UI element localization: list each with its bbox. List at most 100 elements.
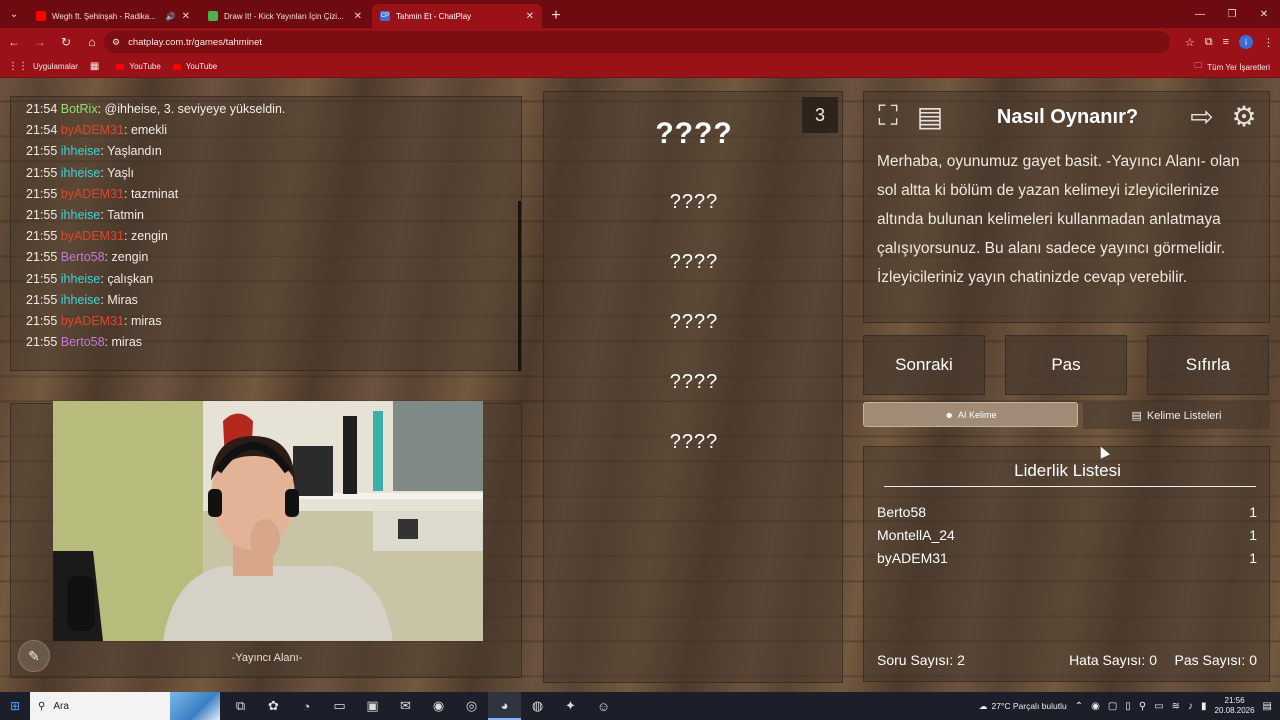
discord-icon[interactable]: ☺ [587,692,620,720]
tab-youtube[interactable]: Wegh ft. Şehinşah - Radika... 🔊 ✕ [28,4,198,28]
error-count: Hata Sayısı: 0 [1069,652,1157,668]
exit-icon[interactable]: ⇨ [1184,98,1220,134]
chat-text: : Yaşlandın [100,144,162,159]
chat-time: 21:55 [26,271,58,286]
chat-username[interactable]: byADEM31 [61,123,124,137]
word-lists-button[interactable]: ▤ Kelime Listeleri [1083,402,1270,429]
profile-avatar[interactable]: i [1239,35,1253,49]
clock-date: 20.08.2026 [1214,706,1255,715]
pass-button[interactable]: Pas [1005,335,1127,395]
tab-drawit[interactable]: Draw It! - Kick Yayınları İçin Çizi... ✕ [200,4,370,28]
taskbar-search[interactable]: ⚲ Ara [30,692,220,720]
chat-message: 21:55 ihheise: Yaşlandın [26,144,162,158]
folder-icon: 🗀 [1194,61,1203,70]
file-explorer-icon[interactable]: ▭ [323,692,356,720]
weather-text[interactable]: 27°C Parçalı bulutlu [992,701,1067,711]
pass-count: Pas Sayısı: 0 [1174,652,1257,668]
ai-word-button[interactable]: ☻ AI Kelime [863,402,1078,427]
tray-icon[interactable]: ▯ [1125,701,1131,712]
bookmark-apps[interactable]: ⋮⋮ Uygulamalar [8,61,78,72]
battery-icon[interactable]: ▮ [1201,701,1207,712]
player-name: Berto58 [877,504,927,520]
windows-start-icon[interactable]: ⊞ [0,692,30,720]
pen-button[interactable]: ✎ [18,640,50,672]
close-tab-icon[interactable]: ✕ [526,11,534,22]
next-button[interactable]: Sonraki [863,335,985,395]
chat-username[interactable]: Berto58 [61,335,105,349]
volume-icon[interactable]: ♪ [1188,701,1193,712]
bookmark-label: Tüm Yer İşaretleri [1207,62,1270,72]
chat-username[interactable]: byADEM31 [61,187,124,201]
chat-username[interactable]: ihheise [61,208,101,222]
restore-button[interactable]: ❐ [1216,0,1248,28]
obs-icon[interactable]: ◍ [521,692,554,720]
close-tab-icon[interactable]: ✕ [354,11,362,22]
bookmark-youtube-2[interactable]: YouTube [172,62,218,71]
tab-chatplay[interactable]: CP Tahmin Et - ChatPlay ✕ [372,4,542,28]
menu-icon[interactable]: ⋮ [1263,36,1274,49]
close-tab-icon[interactable]: ✕ [182,11,190,22]
reload-button[interactable]: ↻ [54,30,78,54]
chat-username[interactable]: byADEM31 [61,314,124,328]
chat-time: 21:54 [26,123,58,138]
chat-username[interactable]: Berto58 [61,250,105,264]
reset-button[interactable]: Sıfırla [1147,335,1269,395]
robot-icon: ☻ [944,409,954,420]
chat-username[interactable]: ihheise [61,293,101,307]
app-settings-icon[interactable]: ✦ [554,692,587,720]
tray-icon[interactable]: ▭ [1154,701,1163,712]
chat-username[interactable]: byADEM31 [61,229,124,243]
leaderboard-panel: Liderlik Listesi Berto58 1 MontellA_24 1… [863,446,1270,682]
home-button[interactable]: ⌂ [80,30,104,54]
tray-icon[interactable]: ▢ [1108,701,1117,712]
microphone-icon[interactable]: ⚲ [1139,701,1146,712]
forbidden-word: ???? [669,371,719,393]
close-window-button[interactable]: ✕ [1248,0,1280,28]
tab-title: Tahmin Et - ChatPlay [396,11,472,21]
chat-username[interactable]: BotRix [61,102,98,116]
settings-gear-icon[interactable]: ⚙ [1226,98,1262,134]
howto-panel: ⛶ ▤ Nasıl Oynanır? ⇨ ⚙ Merhaba, oyunumuz… [863,91,1270,323]
bookmark-grid[interactable]: ▦ [90,61,104,72]
youtube-icon [36,11,46,21]
chat-text: : miras [124,314,162,328]
copilot-icon[interactable]: ✿ [257,692,290,720]
chat-username[interactable]: ihheise [61,166,101,180]
howto-text: Merhaba, oyunumuz gayet basit. -Yayıncı … [877,153,1240,286]
chat-username[interactable]: ihheise [61,272,101,286]
edge-icon[interactable]: ◔ [290,692,323,720]
forward-button[interactable]: → [28,30,52,54]
back-button[interactable]: ← [2,30,26,54]
bookmark-youtube-1[interactable]: YouTube [116,62,161,71]
app-circle-icon[interactable]: ◎ [455,692,488,720]
clock[interactable]: 21:56 20.08.2026 [1215,696,1255,716]
new-tab-button[interactable]: + [544,4,568,28]
chat-scrollbar[interactable] [518,201,521,371]
site-info-icon[interactable]: ⚙ [112,37,120,48]
bookmark-label: YouTube [185,62,218,71]
all-bookmarks[interactable]: 🗀 Tüm Yer İşaretleri [1194,56,1270,78]
tab-search-icon[interactable]: ⌄ [0,0,28,28]
chrome-icon[interactable]: ◕ [488,692,521,720]
leaderboard-title: Liderlik Listesi [1014,461,1121,480]
mail-icon[interactable]: ✉ [389,692,422,720]
chat-text: : Tatmin [100,208,144,222]
chat-message: 21:55 byADEM31: tazminat [26,187,178,201]
url-field[interactable]: ⚙ chatplay.com.tr/games/tahminet [104,31,1170,53]
speaker-icon[interactable]: 🔊 [166,12,176,21]
minimize-button[interactable]: — [1184,0,1216,28]
task-view-icon[interactable]: ⧉ [224,692,257,720]
notification-icon[interactable]: ▤ [1263,701,1272,712]
drawit-icon [208,11,218,21]
chevron-up-icon[interactable]: ⌃ [1075,701,1083,712]
bookmark-star-icon[interactable]: ☆ [1185,36,1195,49]
store-icon[interactable]: ▣ [356,692,389,720]
app-red-icon[interactable]: ◉ [422,692,455,720]
chat-username[interactable]: ihheise [61,144,101,158]
chat-time: 21:55 [26,229,58,244]
wifi-icon[interactable]: ≋ [1172,701,1180,712]
media-control-icon[interactable]: ≡ [1223,36,1229,48]
extensions-icon[interactable]: ⧉ [1205,36,1213,49]
address-bar: ← → ↻ ⌂ ⚙ chatplay.com.tr/games/tahminet… [0,28,1280,56]
tray-icon[interactable]: ◉ [1091,701,1100,712]
